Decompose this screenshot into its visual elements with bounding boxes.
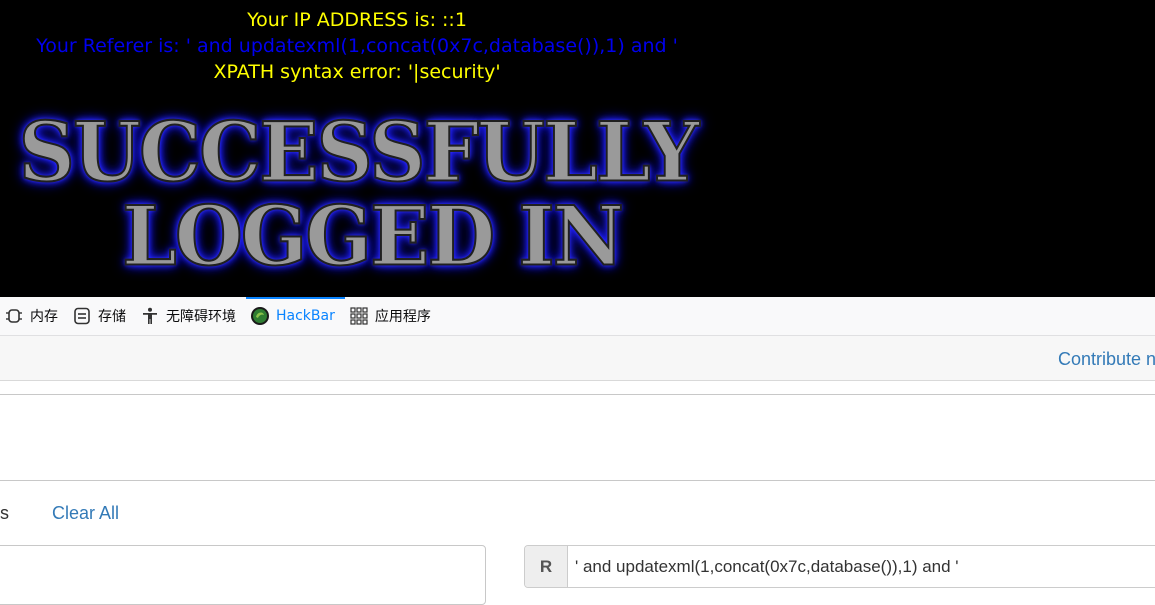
memory-chip-icon [4,306,24,326]
hackbar-toolbar: Contribute n [0,336,1155,381]
referer-addon-label: R [525,546,568,587]
accessibility-icon [140,306,160,326]
tab-hackbar-label: HackBar [276,308,335,324]
tab-application[interactable]: 应用程序 [345,297,441,336]
success-banner: SUCCESSFULLY LOGGED IN [0,104,720,285]
tab-accessibility-label: 无障碍环境 [166,309,236,325]
page-viewport: Your IP ADDRESS is: ::1 Your Referer is:… [0,0,1155,297]
referer-text: Your Referer is: ' and updatexml(1,conca… [36,35,678,57]
hackbar-icon [250,306,270,326]
url-textarea[interactable] [0,394,1155,481]
tab-application-label: 应用程序 [374,309,431,325]
enable-options-label[interactable]: s [0,503,9,524]
tab-memory[interactable]: 内存 [0,297,68,336]
referer-input[interactable] [568,546,1155,587]
clear-all-link[interactable]: Clear All [52,503,119,524]
post-data-input[interactable] [0,545,486,605]
banner-line-logged-in: LOGGED IN [121,188,625,285]
tab-storage-label: 存储 [98,309,126,325]
actions-row: s Clear All [0,496,1155,532]
storage-icon [72,306,92,326]
app-grid-icon [349,306,369,326]
tab-memory-label: 内存 [30,309,58,325]
referer-input-group: R [524,545,1155,588]
banner-line-successfully: SUCCESSFULLY [18,104,701,201]
xpath-error-text: XPATH syntax error: '|security' [213,61,501,83]
tab-accessibility[interactable]: 无障碍环境 [136,297,246,336]
devtools-tab-bar: 内存 存储 无障碍环境 HackBar 应用程序 [0,296,1155,336]
ip-address-text: Your IP ADDRESS is: ::1 [247,9,467,31]
tab-hackbar[interactable]: HackBar [246,296,345,336]
tab-storage[interactable]: 存储 [68,297,136,336]
contribute-link[interactable]: Contribute n [1058,349,1155,370]
